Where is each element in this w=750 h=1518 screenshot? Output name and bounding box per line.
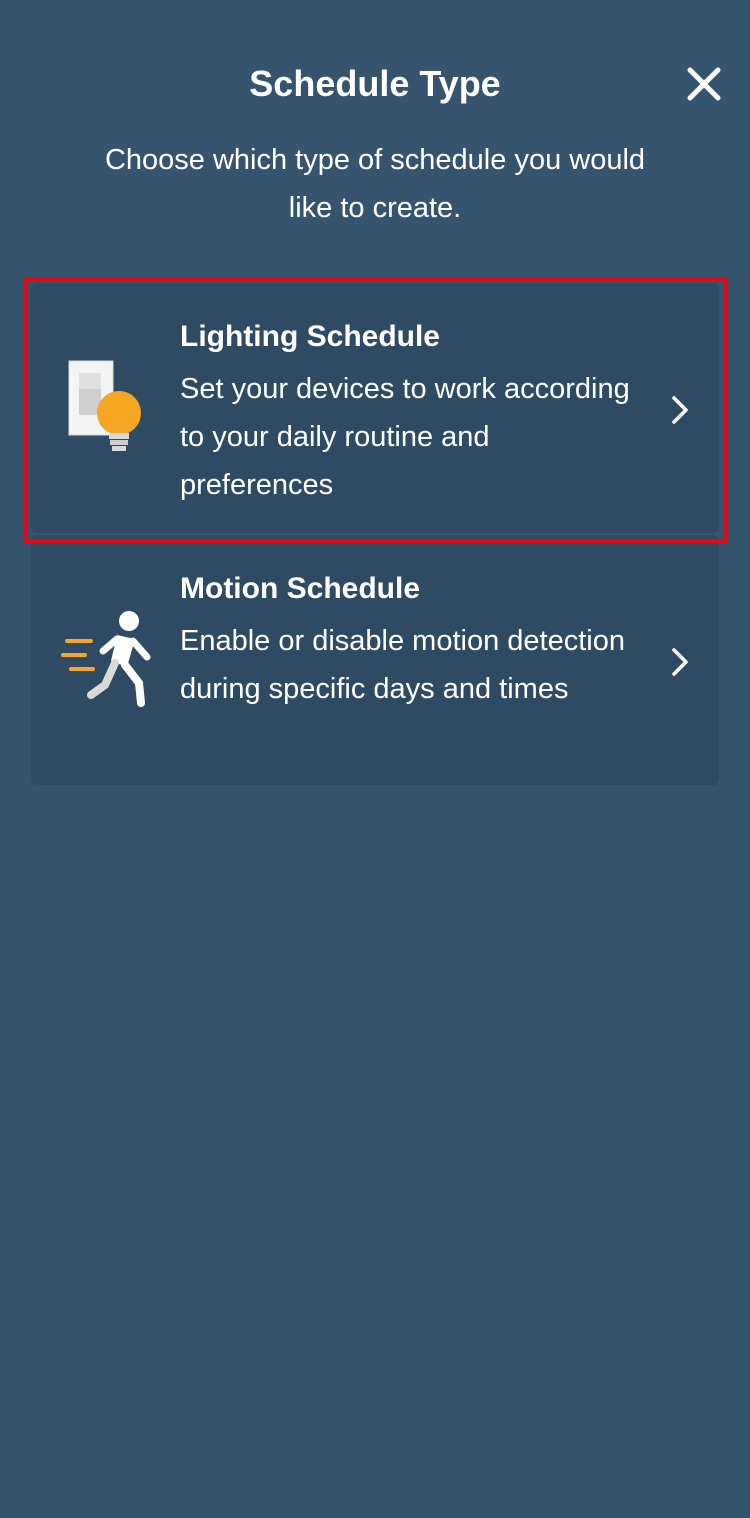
page-subtitle: Choose which type of schedule you would … (104, 144, 646, 224)
close-icon (687, 67, 721, 101)
chevron-right-icon (672, 648, 688, 676)
option-title: Lighting Schedule (180, 320, 440, 353)
option-description: Enable or disable motion detection durin… (180, 625, 625, 705)
header: Schedule Type (0, 0, 750, 120)
motion-schedule-option[interactable]: Motion Schedule Enable or disable motion… (31, 535, 719, 785)
chevron-right-icon (672, 396, 688, 424)
running-person-icon (61, 605, 151, 715)
lighting-schedule-option[interactable]: Lighting Schedule Set your devices to wo… (31, 283, 719, 533)
option-title: Motion Schedule (180, 572, 420, 605)
light-switch-bulb-icon (61, 353, 151, 463)
page-title: Schedule Type (249, 63, 501, 104)
close-button[interactable] (680, 60, 728, 108)
option-description: Set your devices to work according to yo… (180, 373, 630, 501)
